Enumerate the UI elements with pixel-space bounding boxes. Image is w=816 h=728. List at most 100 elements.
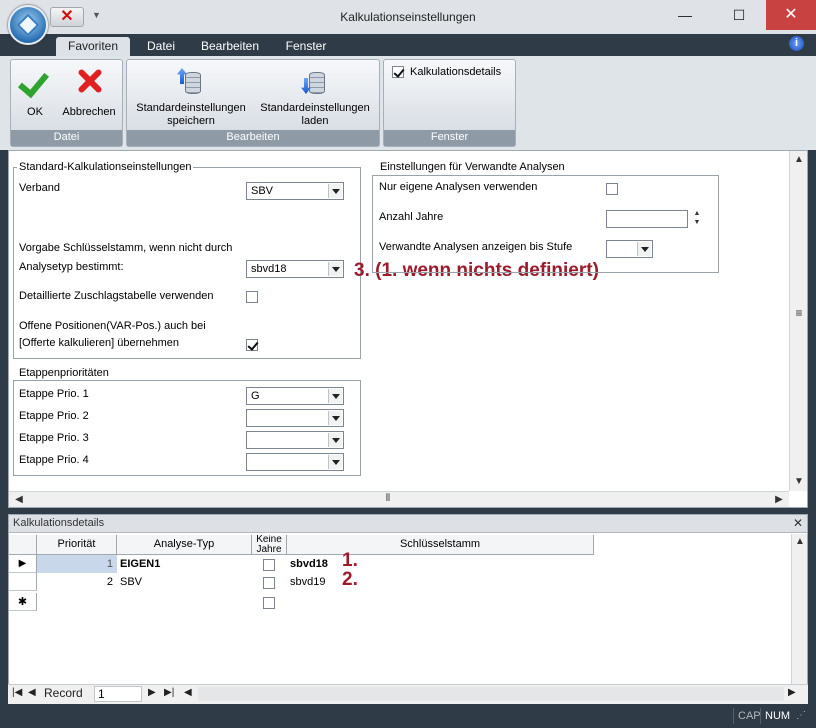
scroll-left-icon[interactable]: ◀ xyxy=(13,494,25,505)
nur-eigene-checkbox[interactable] xyxy=(606,183,618,195)
etappe-2-select[interactable] xyxy=(246,409,344,427)
vorgabe-select[interactable]: sbvd18 xyxy=(246,260,344,278)
group-label-fenster: Fenster xyxy=(384,130,515,146)
scroll-grip-icon[interactable]: ≡ xyxy=(790,306,808,320)
spinner-arrows-icon[interactable]: ▲ ▼ xyxy=(690,209,704,227)
cancel-button[interactable]: Abbrechen xyxy=(57,66,121,119)
annotation-priority-2: 2. xyxy=(342,569,358,590)
last-record-icon[interactable]: ▶| xyxy=(164,687,174,698)
hscroll-grip-icon[interactable]: ⦀ xyxy=(381,493,395,504)
scroll-right-icon[interactable]: ▶ xyxy=(773,494,785,505)
etappe-4-select[interactable] xyxy=(246,453,344,471)
scroll-up-icon[interactable]: ▲ xyxy=(792,536,808,547)
ok-button[interactable]: OK xyxy=(15,66,55,119)
vorgabe-label-line1: Vorgabe Schlüsselstamm, wenn nicht durch xyxy=(19,242,233,254)
standard-legend: Standard-Kalkulationseinstellungen xyxy=(17,161,194,173)
horizontal-scrollbar[interactable]: ◀ ⦀ ▶ xyxy=(9,491,789,507)
verwandte-legend: Einstellungen für Verwandte Analysen xyxy=(378,161,567,173)
record-number-input[interactable]: 1 xyxy=(94,686,142,702)
minimize-button[interactable]: — xyxy=(668,0,702,30)
vorgabe-label-line2: Analysetyp bestimmt: xyxy=(19,261,124,273)
prev-record-icon[interactable]: ◀ xyxy=(28,687,36,698)
anzeigen-bis-select[interactable] xyxy=(606,240,653,258)
etappe-4-label: Etappe Prio. 4 xyxy=(19,454,89,466)
row-header-corner xyxy=(9,535,37,555)
anzahl-jahre-label: Anzahl Jahre xyxy=(379,211,444,223)
tab-fenster[interactable]: Fenster xyxy=(276,37,336,56)
kalkulationsdetails-checkbox[interactable] xyxy=(392,66,404,78)
vertical-scrollbar[interactable]: ▲ ≡ ▼ xyxy=(789,151,807,491)
title-bar: ✕ ▼ Kalkulationseinstellungen — ☐ ✕ xyxy=(0,0,816,34)
keine-jahre-checkbox[interactable] xyxy=(263,559,275,571)
first-record-icon[interactable]: |◀ xyxy=(12,687,22,698)
verband-select[interactable]: SBV xyxy=(246,182,344,200)
scroll-up-icon[interactable]: ▲ xyxy=(790,154,808,165)
chevron-down-icon[interactable] xyxy=(328,184,342,198)
column-schluesselstamm[interactable]: Schlüsselstamm xyxy=(287,535,594,555)
scroll-down-icon[interactable]: ▼ xyxy=(790,476,808,487)
chevron-down-icon[interactable] xyxy=(328,455,342,469)
group-datei: OK Abbrechen Datei xyxy=(10,59,123,147)
next-record-icon[interactable]: ▶ xyxy=(148,687,156,698)
keine-jahre-checkbox[interactable] xyxy=(263,597,275,609)
chevron-down-icon[interactable] xyxy=(328,433,342,447)
chevron-down-icon[interactable] xyxy=(328,262,342,276)
load-defaults-button[interactable]: Standardeinstellungen laden xyxy=(253,66,377,128)
group-label-bearbeiten: Bearbeiten xyxy=(127,130,379,146)
stamm-cell[interactable]: sbvd18 xyxy=(290,555,592,573)
cancel-x-icon xyxy=(73,66,105,98)
row-selector[interactable] xyxy=(9,573,37,591)
details-vertical-scrollbar[interactable]: ▲ xyxy=(791,534,807,684)
close-window-button[interactable]: ✕ xyxy=(766,0,816,30)
keine-jahre-checkbox[interactable] xyxy=(263,577,275,589)
new-row-icon[interactable]: ✱ xyxy=(9,593,37,611)
save-defaults-button[interactable]: Standardeinstellungen speichern xyxy=(129,66,253,128)
navigator-horizontal-scrollbar[interactable] xyxy=(198,687,784,701)
etappe-2-label: Etappe Prio. 2 xyxy=(19,410,89,422)
tab-favoriten[interactable]: Favoriten xyxy=(56,37,130,56)
resize-grip-icon[interactable]: ⋰ xyxy=(796,710,806,721)
etappe-1-label: Etappe Prio. 1 xyxy=(19,388,89,400)
tab-bearbeiten[interactable]: Bearbeiten xyxy=(194,37,266,56)
column-prioritaet[interactable]: Priorität xyxy=(37,535,117,555)
tab-datei[interactable]: Datei xyxy=(138,37,184,56)
ribbon: OK Abbrechen Datei Standardeinstellungen… xyxy=(0,56,816,150)
typ-cell[interactable]: SBV xyxy=(117,573,252,591)
database-download-icon xyxy=(299,66,331,98)
typ-cell[interactable]: EIGEN1 xyxy=(117,555,252,573)
stamm-cell[interactable]: sbvd19 xyxy=(290,573,592,591)
anzeigen-bis-label: Verwandte Analysen anzeigen bis Stufe xyxy=(379,241,573,253)
maximize-button[interactable]: ☐ xyxy=(722,0,756,30)
chevron-down-icon[interactable] xyxy=(637,242,651,256)
anzahl-jahre-input[interactable] xyxy=(606,210,688,228)
status-bar: CAP NUM ⋰ xyxy=(0,704,816,728)
scroll-left-icon[interactable]: ◀ xyxy=(184,687,192,698)
prio-cell[interactable]: 2 xyxy=(37,573,117,591)
checkmark-icon xyxy=(19,66,51,98)
record-label: Record xyxy=(44,686,83,700)
etappe-1-select[interactable]: G xyxy=(246,387,344,405)
column-keine-jahre[interactable]: Keine Jahre xyxy=(252,535,287,555)
zuschlag-label: Detaillierte Zuschlagstabelle verwenden xyxy=(19,290,214,302)
nur-eigene-label: Nur eigene Analysen verwenden xyxy=(379,181,538,193)
etappe-3-label: Etappe Prio. 3 xyxy=(19,432,89,444)
chevron-down-icon[interactable] xyxy=(328,411,342,425)
offene-label-line1: Offene Positionen(VAR-Pos.) auch bei xyxy=(19,320,206,332)
column-analyse-typ[interactable]: Analyse-Typ xyxy=(117,535,252,555)
chevron-down-icon[interactable] xyxy=(328,389,342,403)
row-selector-current-icon[interactable]: ▶ xyxy=(9,555,37,573)
ribbon-tab-bar: Favoriten Datei Bearbeiten Fenster xyxy=(0,34,816,56)
group-label-datei: Datei xyxy=(11,130,122,146)
group-bearbeiten: Standardeinstellungen speichern Standard… xyxy=(126,59,380,147)
help-icon[interactable]: i xyxy=(789,36,804,51)
app-cube-icon xyxy=(16,13,40,37)
offene-checkbox[interactable] xyxy=(246,339,258,351)
verband-label: Verband xyxy=(19,182,60,194)
close-icon[interactable]: ✕ xyxy=(793,515,803,532)
kalkulationsdetails-label: Kalkulationsdetails xyxy=(410,66,502,78)
scroll-right-icon[interactable]: ▶ xyxy=(788,687,796,698)
application-menu-button[interactable] xyxy=(8,5,48,45)
etappe-3-select[interactable] xyxy=(246,431,344,449)
prio-cell[interactable]: 1 xyxy=(37,555,117,573)
zuschlag-checkbox[interactable] xyxy=(246,291,258,303)
